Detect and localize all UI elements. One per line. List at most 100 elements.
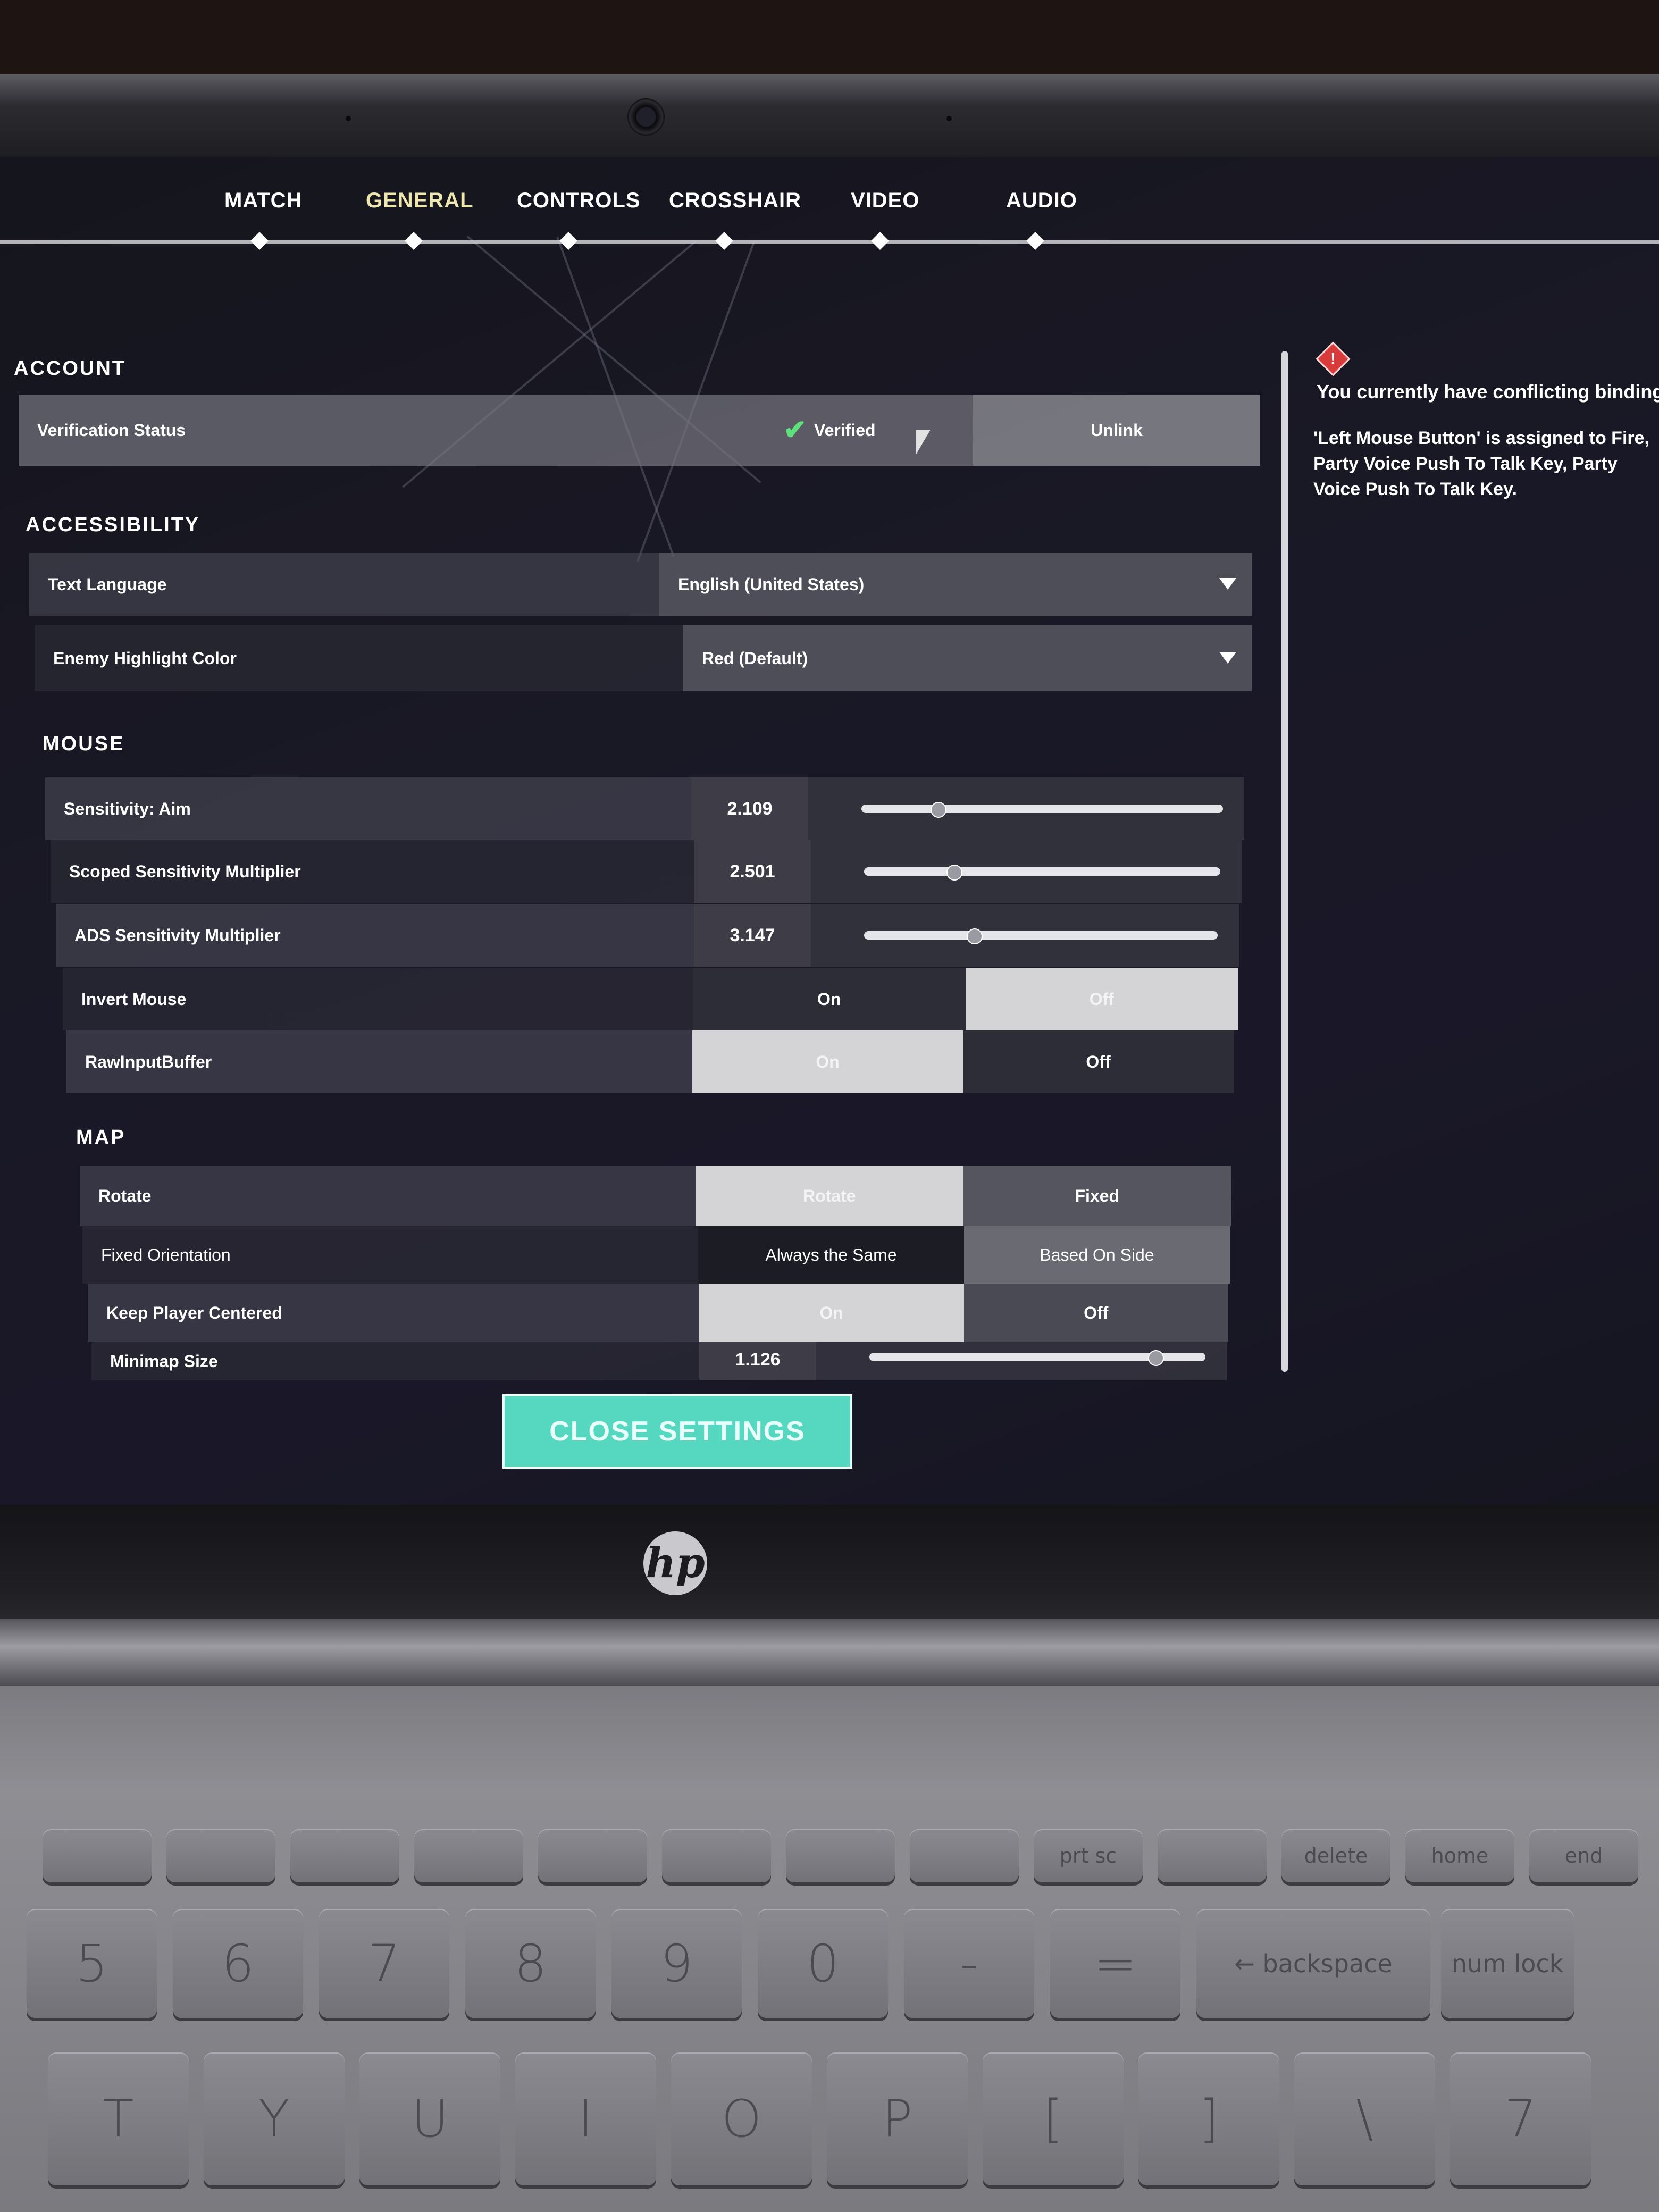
text-language-dropdown[interactable]: English (United States) — [659, 553, 1252, 616]
num-lock-key: num lock — [1441, 1909, 1574, 2018]
keyboard-key: end — [1529, 1829, 1638, 1882]
ads-slider[interactable] — [811, 904, 1239, 967]
scoped-row: Scoped Sensitivity Multiplier 2.501 — [51, 840, 1242, 903]
invert-mouse-label: Invert Mouse — [63, 968, 693, 1030]
keyboard-key: 7 — [319, 1909, 449, 2018]
text-language-value: English (United States) — [678, 574, 865, 594]
conflict-message: 'Left Mouse Button' is assigned to Fire,… — [1313, 428, 1649, 499]
enemy-highlight-value: Red (Default) — [702, 648, 808, 668]
keep-centered-off-option[interactable]: Off — [963, 1284, 1228, 1342]
keyboard-key — [43, 1829, 152, 1882]
tab-crosshair[interactable]: CROSSHAIR — [669, 189, 801, 213]
keyboard-key: I — [515, 2052, 656, 2185]
section-mouse-title: MOUSE — [43, 733, 125, 755]
checkmark-icon: ✔ — [783, 415, 807, 446]
keyboard-key — [538, 1829, 647, 1882]
slider-knob[interactable] — [967, 928, 983, 944]
keyboard-key: Y — [204, 2052, 345, 2185]
section-map-title: MAP — [76, 1126, 126, 1149]
keyboard-key: prt sc — [1034, 1829, 1143, 1882]
keep-centered-row: Keep Player Centered On Off — [88, 1284, 1228, 1342]
enemy-highlight-label: Enemy Highlight Color — [35, 625, 683, 691]
fixed-orientation-row: Fixed Orientation Always the Same Based … — [82, 1226, 1230, 1284]
tab-match[interactable]: MATCH — [224, 189, 302, 213]
laptop-bottom-bezel — [0, 1505, 1659, 1627]
keyboard-key — [290, 1829, 399, 1882]
mic-dot — [346, 116, 351, 121]
keyboard-key: 8 — [465, 1909, 596, 2018]
invert-off-option[interactable]: Off — [965, 968, 1238, 1030]
slider-knob[interactable] — [946, 865, 962, 881]
mic-dot — [946, 116, 952, 121]
tab-audio[interactable]: AUDIO — [1006, 189, 1077, 213]
sensitivity-value[interactable]: 2.109 — [691, 777, 808, 840]
keyboard-key: delete — [1281, 1829, 1390, 1882]
ads-value[interactable]: 3.147 — [694, 904, 811, 967]
chevron-down-icon — [1219, 578, 1236, 590]
keep-centered-label: Keep Player Centered — [88, 1284, 699, 1342]
keyboard-key: 5 — [27, 1909, 157, 2018]
invert-on-option[interactable]: On — [693, 968, 966, 1030]
keyboard-key: U — [359, 2052, 500, 2185]
laptop-top-bezel — [0, 74, 1659, 165]
text-language-label: Text Language — [29, 553, 659, 616]
keyboard-key — [786, 1829, 895, 1882]
enemy-highlight-row: Enemy Highlight Color Red (Default) — [35, 625, 1252, 691]
slider-track — [864, 867, 1220, 876]
keyboard-key — [414, 1829, 523, 1882]
backspace-key: ← backspace — [1196, 1909, 1430, 2018]
ads-row: ADS Sensitivity Multiplier 3.147 — [56, 904, 1239, 967]
raw-input-off-option[interactable]: Off — [963, 1030, 1234, 1093]
keyboard-key: home — [1405, 1829, 1514, 1882]
raw-input-label: RawInputBuffer — [66, 1030, 692, 1093]
tab-rail — [0, 240, 1659, 244]
minimap-size-value[interactable]: 1.126 — [699, 1342, 816, 1380]
verified-text: Verified — [814, 420, 876, 440]
keyboard-key — [662, 1829, 771, 1882]
tab-controls[interactable]: CONTROLS — [517, 189, 640, 213]
keep-centered-on-option[interactable]: On — [699, 1284, 964, 1342]
enemy-highlight-dropdown[interactable]: Red (Default) — [683, 625, 1252, 691]
minimap-size-slider[interactable] — [816, 1342, 1227, 1380]
raw-input-on-option[interactable]: On — [692, 1030, 963, 1093]
minimap-size-label: Minimap Size — [91, 1342, 699, 1380]
unlink-button[interactable]: Unlink — [973, 395, 1260, 466]
keyboard-key: P — [827, 2052, 968, 2185]
tab-video[interactable]: VIDEO — [851, 189, 919, 213]
rotate-option[interactable]: Rotate — [696, 1166, 963, 1226]
close-settings-button[interactable]: CLOSE SETTINGS — [502, 1394, 852, 1469]
section-accessibility-title: ACCESSIBILITY — [26, 514, 200, 536]
slider-knob[interactable] — [1148, 1350, 1164, 1366]
based-on-side-option[interactable]: Based On Side — [964, 1226, 1230, 1284]
slider-track — [864, 931, 1218, 940]
tab-general[interactable]: GENERAL — [366, 189, 474, 213]
fixed-option[interactable]: Fixed — [963, 1166, 1231, 1226]
keyboard-key: T — [48, 2052, 189, 2185]
minimap-size-row: Minimap Size 1.126 — [91, 1342, 1227, 1380]
sensitivity-row: Sensitivity: Aim 2.109 — [45, 777, 1244, 840]
webcam — [627, 98, 665, 136]
always-same-option[interactable]: Always the Same — [698, 1226, 964, 1284]
keyboard-key: - — [904, 1909, 1034, 2018]
fixed-orientation-label: Fixed Orientation — [82, 1226, 698, 1284]
keyboard-key: \ — [1294, 2052, 1435, 2185]
sensitivity-label: Sensitivity: Aim — [45, 777, 691, 840]
laptop-hinge — [0, 1619, 1659, 1688]
raw-input-row: RawInputBuffer On Off — [66, 1030, 1234, 1093]
keyboard-key — [1158, 1829, 1267, 1882]
slider-knob[interactable] — [930, 802, 946, 818]
settings-scrollbar[interactable] — [1281, 351, 1288, 1372]
scoped-value[interactable]: 2.501 — [694, 840, 811, 903]
scoped-slider[interactable] — [811, 840, 1242, 903]
keyboard-key: = — [1050, 1909, 1180, 2018]
sensitivity-slider[interactable] — [808, 777, 1244, 840]
chevron-down-icon — [1219, 652, 1236, 664]
invert-mouse-row: Invert Mouse On Off — [63, 968, 1238, 1030]
rotate-row: Rotate Rotate Fixed — [80, 1166, 1231, 1226]
keyboard-key: 6 — [173, 1909, 303, 2018]
mouse-cursor-icon — [916, 430, 931, 455]
keyboard-key: ] — [1138, 2052, 1279, 2185]
keyboard-key: 7 — [1450, 2052, 1591, 2185]
keyboard-key — [910, 1829, 1019, 1882]
keyboard-key: 9 — [611, 1909, 742, 2018]
